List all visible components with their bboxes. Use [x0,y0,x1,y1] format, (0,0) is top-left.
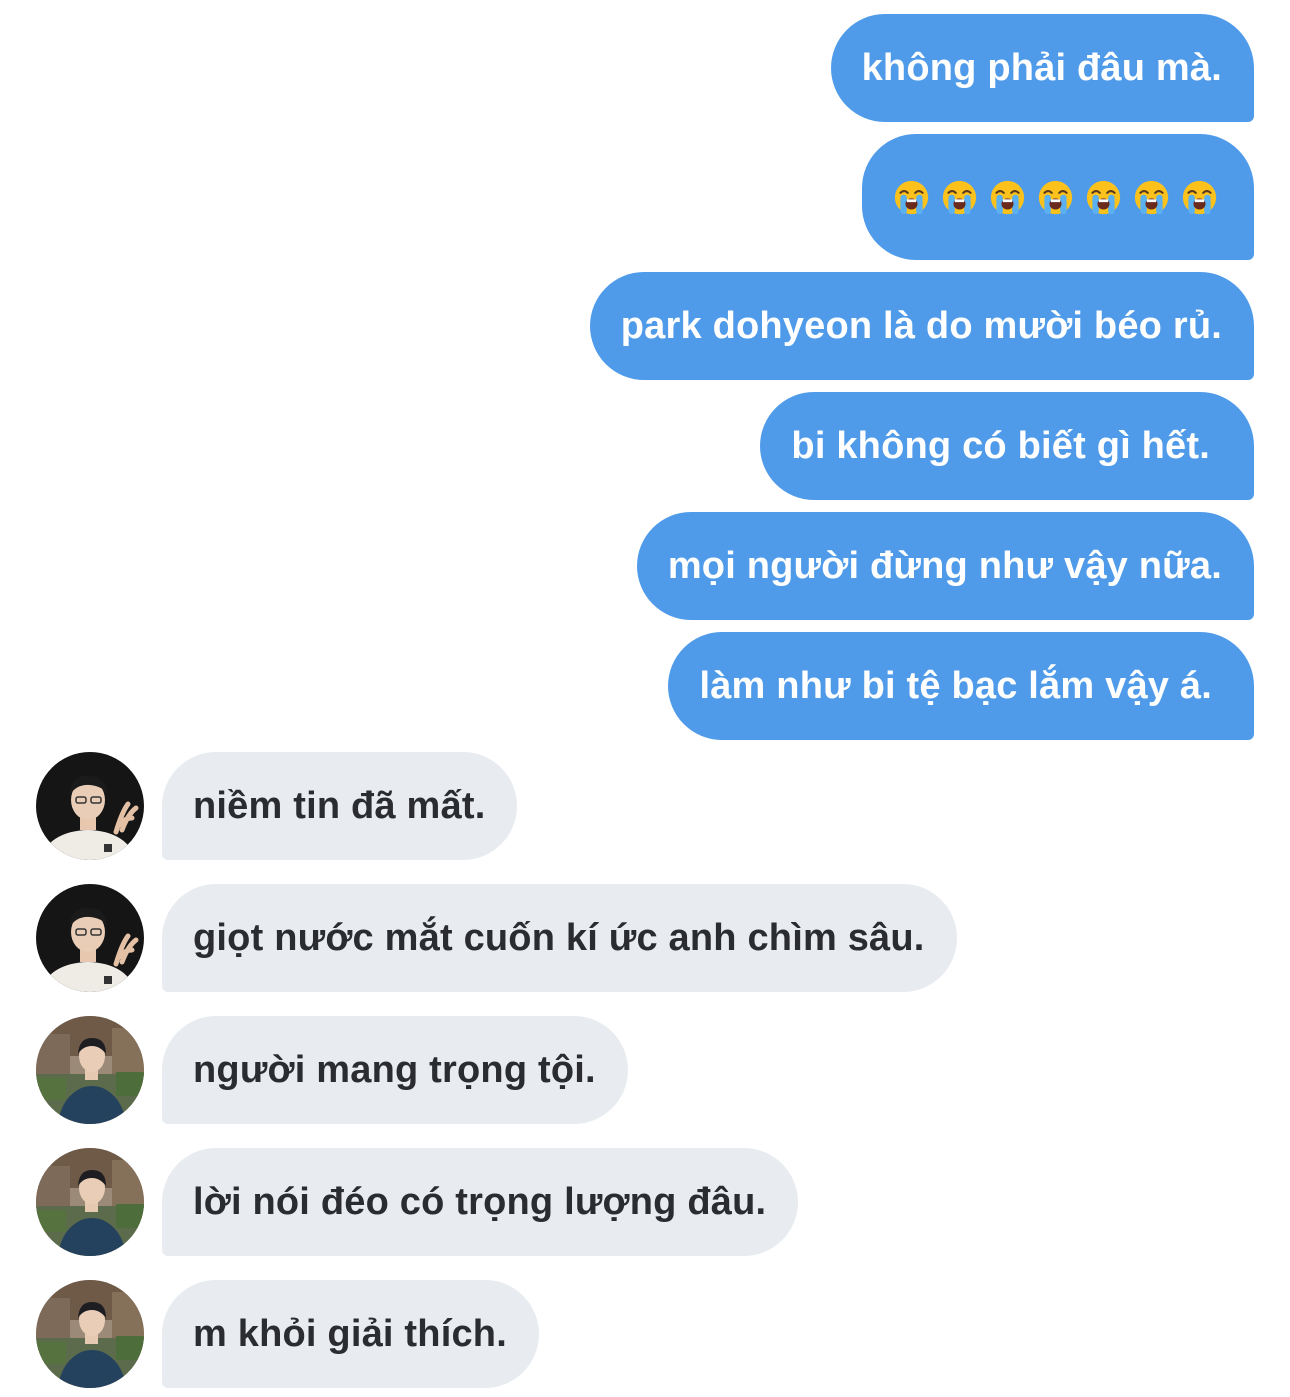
loudly-crying-face-icon [1037,179,1074,216]
message-text: không phải đâu mà. [861,46,1222,89]
message-text: giọt nước mắt cuốn kí ức anh chìm sâu. [193,916,925,959]
avatar-photo-icon [36,1148,144,1256]
message-row-outgoing: không phải đâu mà. [0,14,1290,122]
avatar-photo-icon [36,1016,144,1124]
loudly-crying-face-icon [893,179,930,216]
message-row-incoming: m khỏi giải thích. [0,1280,1290,1388]
incoming-message-bubble[interactable]: giọt nước mắt cuốn kí ức anh chìm sâu. [162,884,957,992]
avatar[interactable] [36,1280,144,1388]
message-row-outgoing: làm như bi tệ bạc lắm vậy á. [0,632,1290,740]
incoming-message-bubble[interactable]: niềm tin đã mất. [162,752,518,860]
outgoing-message-bubble[interactable]: làm như bi tệ bạc lắm vậy á. [668,632,1254,740]
loudly-crying-face-icon [1133,179,1170,216]
chat-thread: không phải đâu mà. park dohyeon là do mư… [0,0,1290,1397]
message-row-outgoing: bi không có biết gì hết. [0,392,1290,500]
loudly-crying-face-icon [1085,179,1122,216]
message-row-incoming: người mang trọng tội. [0,1016,1290,1124]
outgoing-message-bubble[interactable]: park dohyeon là do mười béo rủ. [589,272,1254,380]
loudly-crying-face-icon [1181,179,1218,216]
incoming-message-bubble[interactable]: người mang trọng tội. [162,1016,628,1124]
message-row-incoming: lời nói đéo có trọng lượng đâu. [0,1148,1290,1256]
avatar[interactable] [36,1016,144,1124]
avatar[interactable] [36,1148,144,1256]
message-text: bi không có biết gì hết. [791,424,1210,467]
message-text: lời nói đéo có trọng lượng đâu. [193,1180,767,1223]
message-text: park dohyeon là do mười béo rủ. [620,304,1222,347]
loudly-crying-face-icon [941,179,978,216]
message-row-outgoing [0,134,1290,260]
emoji-group [893,179,1218,216]
incoming-message-bubble[interactable]: m khỏi giải thích. [162,1280,539,1388]
message-row-incoming: giọt nước mắt cuốn kí ức anh chìm sâu. [0,884,1290,992]
avatar-photo-icon [36,884,144,992]
message-row-outgoing: mọi người đừng như vậy nữa. [0,512,1290,620]
outgoing-message-bubble[interactable]: không phải đâu mà. [830,14,1254,122]
message-text: mọi người đừng như vậy nữa. [667,544,1222,587]
message-text: m khỏi giải thích. [193,1312,507,1355]
avatar-photo-icon [36,1280,144,1388]
avatar[interactable] [36,884,144,992]
message-row-incoming: niềm tin đã mất. [0,752,1290,860]
message-text: niềm tin đã mất. [193,784,486,827]
outgoing-message-bubble[interactable]: bi không có biết gì hết. [760,392,1254,500]
avatar-photo-icon [36,752,144,860]
message-text: làm như bi tệ bạc lắm vậy á. [699,664,1212,707]
incoming-message-bubble[interactable]: lời nói đéo có trọng lượng đâu. [162,1148,799,1256]
avatar[interactable] [36,752,144,860]
outgoing-message-bubble[interactable]: mọi người đừng như vậy nữa. [636,512,1254,620]
message-text: người mang trọng tội. [193,1048,596,1091]
outgoing-message-bubble[interactable] [862,134,1254,260]
loudly-crying-face-icon [989,179,1026,216]
message-row-outgoing: park dohyeon là do mười béo rủ. [0,272,1290,380]
